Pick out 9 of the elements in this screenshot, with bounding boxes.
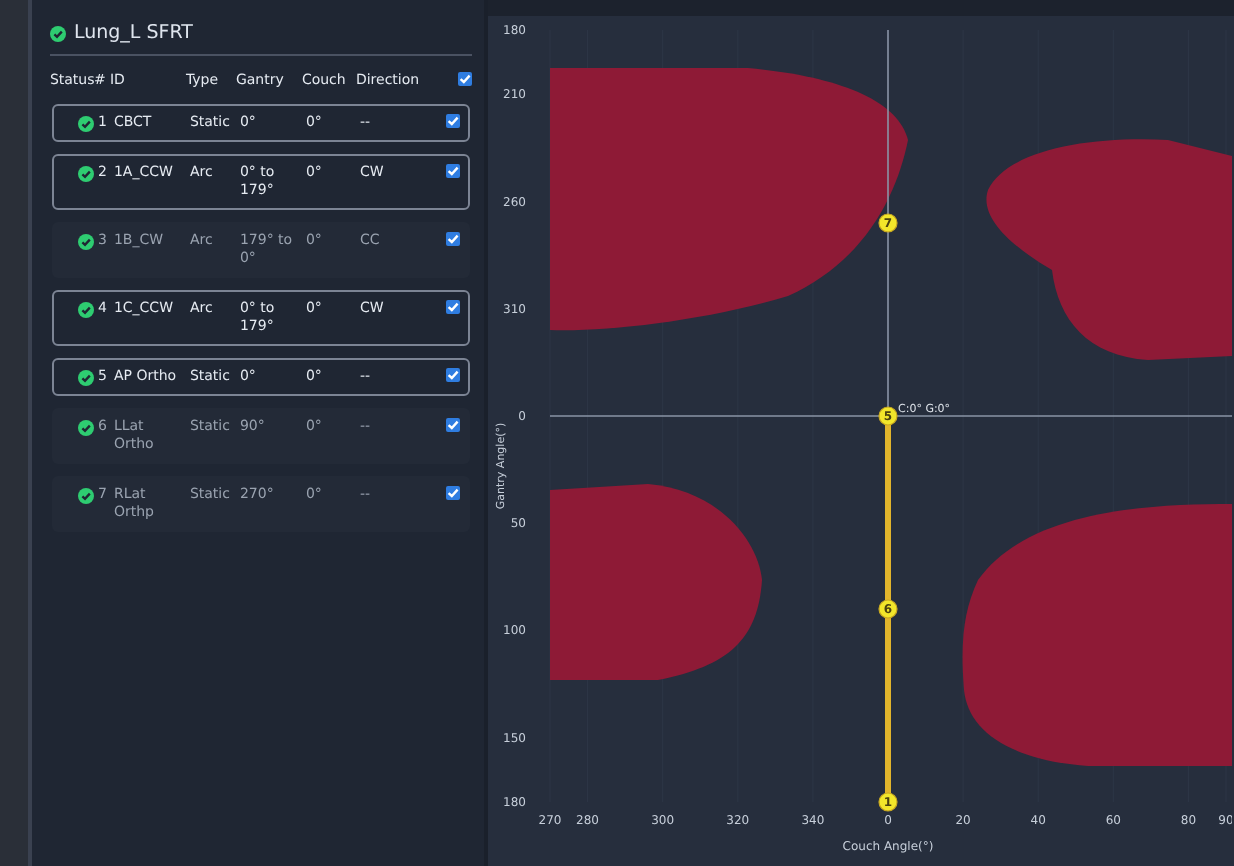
checkbox[interactable] bbox=[446, 368, 461, 382]
plan-title: Lung_L SFRT bbox=[73, 22, 193, 44]
checkbox[interactable] bbox=[446, 300, 461, 314]
checkbox[interactable] bbox=[446, 418, 461, 432]
checkbox[interactable] bbox=[458, 72, 473, 86]
checkbox[interactable] bbox=[446, 486, 461, 500]
checkbox[interactable] bbox=[446, 164, 461, 178]
checkbox[interactable] bbox=[446, 114, 461, 128]
checkbox[interactable] bbox=[446, 232, 461, 246]
